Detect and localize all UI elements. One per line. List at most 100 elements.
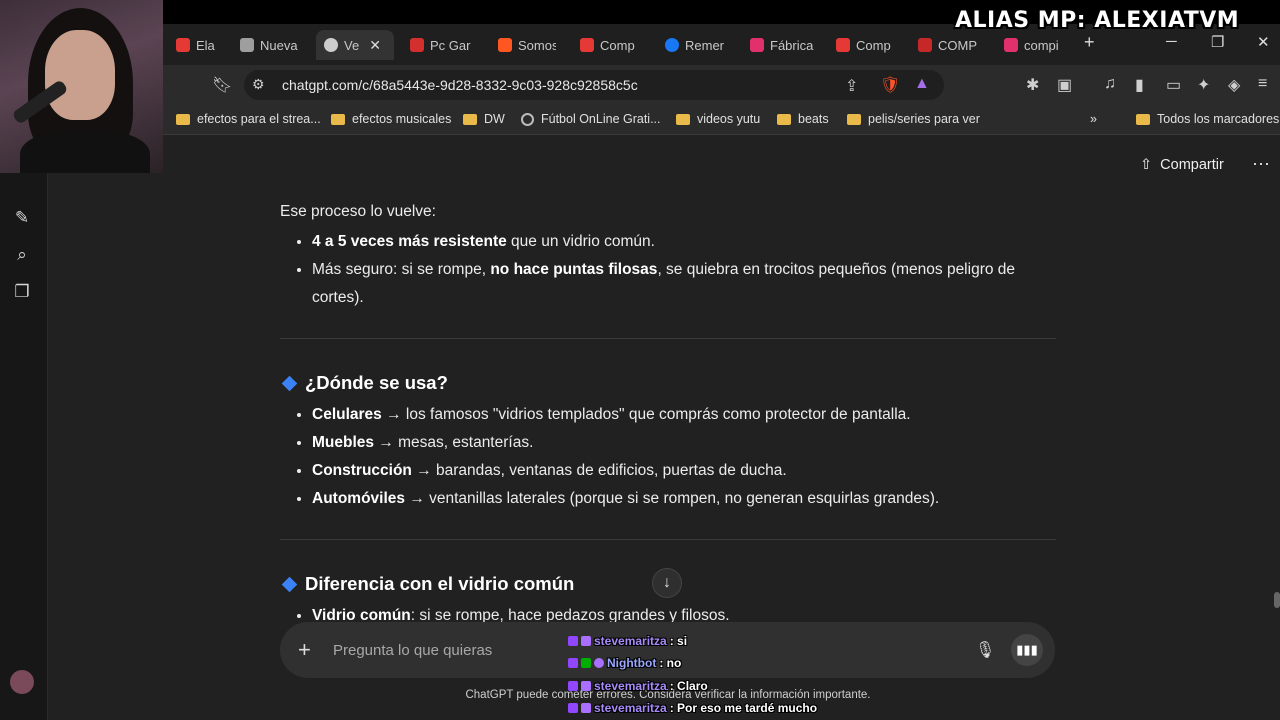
section-heading: ¿Dónde se usa? bbox=[280, 369, 1056, 397]
badge-icon bbox=[568, 703, 578, 713]
instagram-icon bbox=[1004, 38, 1018, 52]
search-icon[interactable]: ⌕ bbox=[12, 245, 32, 265]
site-info-icon[interactable]: ⚙︎ bbox=[252, 76, 265, 93]
avatar[interactable] bbox=[10, 670, 34, 694]
reader-icon[interactable]: ▣ bbox=[1057, 75, 1072, 95]
voice-mode-button[interactable]: ▮▮▮ bbox=[1011, 634, 1043, 666]
all-bookmarks[interactable]: Todos los marcadores bbox=[1136, 112, 1279, 126]
benefits-list: 4 a 5 veces más resistente que un vidrio… bbox=[312, 228, 1056, 312]
media-icon[interactable]: ♫ bbox=[1104, 75, 1116, 93]
badge-icon bbox=[581, 703, 591, 713]
bookmark-item[interactable]: Fútbol OnLine Grati... bbox=[521, 112, 661, 126]
brave-shield-icon[interactable]: 🛡︎ bbox=[880, 75, 900, 95]
sidebar-toggle-icon[interactable]: ▮ bbox=[1135, 75, 1144, 95]
blue-diamond-icon bbox=[281, 375, 298, 391]
vpn-icon[interactable]: ◈ bbox=[1228, 75, 1240, 95]
folder-icon bbox=[176, 113, 190, 125]
folder-icon bbox=[463, 113, 477, 125]
leo-icon[interactable]: ✦ bbox=[1197, 75, 1210, 95]
badge-icon bbox=[581, 658, 591, 668]
microphone-icon[interactable]: 🎙︎ bbox=[975, 640, 995, 660]
badge-icon bbox=[581, 681, 591, 691]
upload-icon: ⇧ bbox=[1140, 157, 1153, 173]
new-tab-icon[interactable]: + bbox=[1084, 32, 1095, 53]
alias-overlay: ALIAS MP: ALEXIATVM bbox=[955, 8, 1240, 33]
folder-icon bbox=[676, 113, 690, 125]
scrollbar-thumb[interactable] bbox=[1274, 592, 1280, 608]
badge-icon bbox=[568, 658, 578, 668]
waveform-icon: ▮▮▮ bbox=[1016, 642, 1038, 657]
extensions-icon[interactable]: ✱ bbox=[1026, 75, 1039, 95]
new-chat-icon[interactable]: ✎ bbox=[12, 208, 32, 228]
facebook-icon bbox=[665, 38, 679, 52]
folder-icon bbox=[1136, 113, 1150, 125]
gamepad-icon bbox=[410, 38, 424, 52]
list-item: 4 a 5 veces más resistente que un vidrio… bbox=[312, 228, 1056, 256]
blue-diamond-icon bbox=[281, 576, 298, 592]
tab-5[interactable]: Somos bbox=[498, 30, 556, 60]
tab-9[interactable]: Comp bbox=[836, 30, 894, 60]
folder-icon bbox=[847, 113, 861, 125]
close-window-icon[interactable]: ✕ bbox=[1257, 33, 1270, 51]
minimize-icon[interactable]: ─ bbox=[1166, 33, 1177, 50]
tab-4[interactable]: Pc Gar bbox=[410, 30, 472, 60]
app-header bbox=[48, 140, 1280, 194]
divider bbox=[280, 338, 1056, 339]
tab-11[interactable]: compi bbox=[1004, 30, 1064, 60]
scroll-down-button[interactable]: ↓ bbox=[652, 568, 682, 598]
list-item: Celulares → los famosos "vidrios templad… bbox=[312, 401, 1056, 429]
tab-2[interactable]: Nueva bbox=[240, 30, 304, 60]
tab-8[interactable]: Fábrica bbox=[750, 30, 814, 60]
chatgpt-icon bbox=[324, 38, 338, 52]
tab-1[interactable]: Ela bbox=[176, 30, 226, 60]
close-tab-icon[interactable]: ✕ bbox=[369, 37, 381, 54]
list-item: Automóviles → ventanillas laterales (por… bbox=[312, 485, 1056, 513]
chat-sidebar: ✎ ⌕ ❐ bbox=[0, 140, 48, 720]
bookmark-item[interactable]: beats bbox=[777, 112, 829, 126]
globe-icon bbox=[521, 112, 534, 126]
bookmark-item[interactable]: pelis/series para ver bbox=[847, 112, 980, 126]
tab-6[interactable]: Comp bbox=[580, 30, 640, 60]
badge-icon bbox=[568, 681, 578, 691]
wallet-icon[interactable]: ▭ bbox=[1166, 75, 1181, 95]
shop-icon bbox=[836, 38, 850, 52]
webcam-overlay bbox=[0, 0, 163, 173]
youtube-icon bbox=[176, 38, 190, 52]
intro-text: Ese proceso lo vuelve: bbox=[280, 203, 436, 220]
bookmark-item[interactable]: efectos musicales bbox=[331, 112, 451, 126]
divider bbox=[280, 539, 1056, 540]
notion-icon bbox=[240, 38, 254, 52]
share-button[interactable]: ⇧ Compartir bbox=[1140, 157, 1224, 173]
library-icon[interactable]: ❐ bbox=[12, 282, 32, 302]
brave-rewards-icon[interactable]: ▲ bbox=[914, 75, 930, 93]
list-item: Construcción → barandas, ventanas de edi… bbox=[312, 457, 1056, 485]
bookmark-icon[interactable]: 🔖︎ bbox=[212, 75, 232, 95]
menu-icon[interactable]: ≡ bbox=[1258, 75, 1267, 93]
tab-10[interactable]: COMP bbox=[918, 30, 980, 60]
chat-message-line: Nightbot : no bbox=[568, 656, 681, 670]
badge-icon bbox=[594, 658, 604, 668]
tab-7[interactable]: Remer bbox=[665, 30, 725, 60]
bookmark-item[interactable]: efectos para el strea... bbox=[176, 112, 321, 126]
bookmark-item[interactable]: DW bbox=[463, 112, 505, 126]
bookmark-item[interactable]: videos yutu bbox=[676, 112, 760, 126]
share-page-icon[interactable]: ⇪ bbox=[845, 76, 858, 96]
attach-plus-icon[interactable]: + bbox=[298, 637, 311, 663]
arrow-down-icon: ↓ bbox=[663, 574, 671, 591]
chevron-icon bbox=[498, 38, 512, 52]
url-text[interactable]: chatgpt.com/c/68a5443e-9d28-8332-9c03-92… bbox=[282, 77, 638, 93]
uses-list: Celulares → los famosos "vidrios templad… bbox=[312, 401, 1056, 513]
list-item: Más seguro: si se rompe, no hace puntas … bbox=[312, 256, 1056, 312]
badge-icon bbox=[568, 636, 578, 646]
folder-icon bbox=[777, 113, 791, 125]
chat-message-line: stevemaritza : Claro bbox=[568, 679, 708, 693]
restore-icon[interactable]: ❐ bbox=[1211, 33, 1224, 51]
folder-icon bbox=[331, 113, 345, 125]
tab-3-active[interactable]: Ve ✕ bbox=[316, 30, 394, 60]
list-item: Muebles → mesas, estanterías. bbox=[312, 429, 1056, 457]
chat-message-line: stevemaritza : si bbox=[568, 634, 687, 648]
bookmarks-overflow-icon[interactable]: » bbox=[1090, 112, 1097, 126]
chat-message-line: stevemaritza : Por eso me tardé mucho bbox=[568, 701, 817, 715]
instagram-icon bbox=[750, 38, 764, 52]
more-options-icon[interactable]: ⋯ bbox=[1252, 154, 1270, 175]
